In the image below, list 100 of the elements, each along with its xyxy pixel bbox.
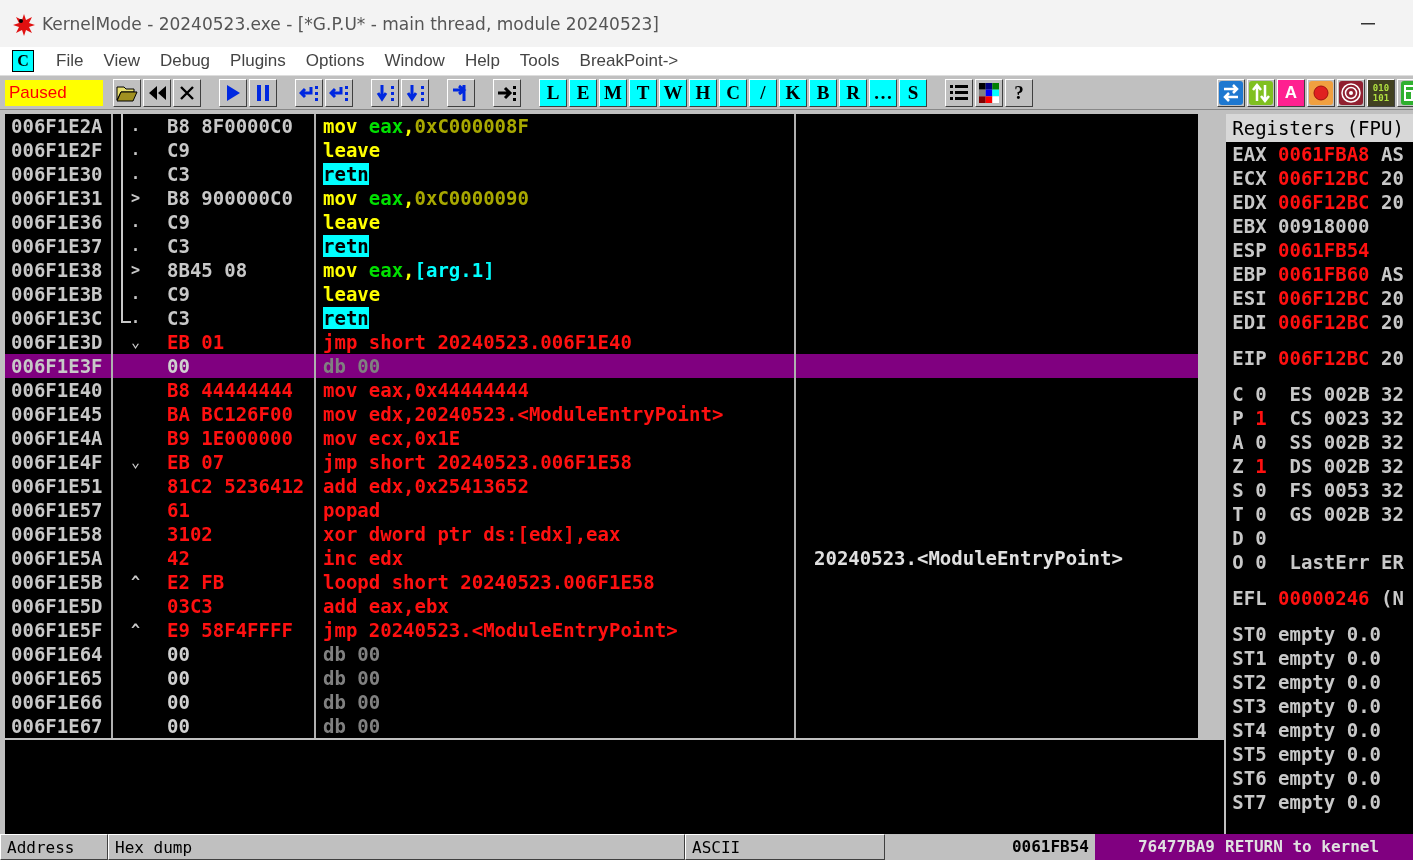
toolbar-button[interactable] [1247,78,1275,107]
menu-item[interactable]: Debug [149,51,221,71]
disassembly-row[interactable]: 006F1E5B ^ E2 FB loopd short 20240523.006F1E58 [5,570,1198,594]
toolbar-button[interactable]: L [539,78,567,107]
register-value[interactable]: 006F12BC [1278,346,1370,370]
disassembly-row[interactable]: 006F1E45 BA BC126F00 mov edx,20240523.<ModuleEntryPoint> [5,402,1198,426]
menu-item[interactable]: Plugins [220,51,296,71]
disassembly-row[interactable]: 006F1E58 3102 xor dword ptr ds:[edx],eax [5,522,1198,546]
jump-marker: . [131,213,141,231]
disassembly-row[interactable]: 006F1E57 61 popad [5,498,1198,522]
menu-item[interactable]: File [46,51,94,71]
register-value: 0.0 [1346,742,1382,766]
toolbar-button[interactable] [1307,78,1335,107]
menu-item[interactable]: Help [454,51,510,71]
toolbar-button[interactable] [945,78,973,107]
toolbar-button[interactable]: E [569,78,597,107]
disassembly-row[interactable]: 006F1E3F 00 db 00 [5,354,1198,378]
disassembly-row[interactable]: 006F1E5F ^ E9 58F4FFFF jmp 20240523.<ModuleEntryPoint> [5,618,1198,642]
toolbar-button[interactable] [325,78,353,107]
register-value[interactable]: 006F12BC [1278,310,1370,334]
disassembly-row[interactable]: 006F1E38 > 8B45 08 mov eax,[arg.1] [5,258,1198,282]
disassembly-row[interactable]: 006F1E40 B8 44444444 mov eax,0x44444444 [5,378,1198,402]
toolbar-button[interactable] [401,78,429,107]
help-button[interactable]: ? [1005,78,1033,107]
toolbar-button[interactable]: H [689,78,717,107]
flag-value[interactable]: 1 [1255,406,1267,430]
toolbar-button[interactable] [295,78,323,107]
column-header[interactable]: Address [0,834,108,860]
toolbar-button[interactable] [219,78,247,107]
column-header[interactable]: ASCII [685,834,885,860]
toolbar-button[interactable] [1337,78,1365,107]
hex-cell: B9 1E000000 [167,426,293,450]
register-name: EBP [1232,262,1268,286]
toolbar-button[interactable] [113,78,141,107]
toolbar-button[interactable]: … [869,78,897,107]
disassembly-row[interactable]: 006F1E5D 03C3 add eax,ebx [5,594,1198,618]
minimize-icon[interactable] [1361,22,1375,25]
disassembly-row[interactable]: 006F1E30 . C3 retn [5,162,1198,186]
toolbar-button[interactable]: M [599,78,627,107]
register-value[interactable]: 0061FBA8 [1278,142,1370,166]
disassembly-row[interactable]: 006F1E4F ⌄ EB 07 jmp short 20240523.006F1E58 [5,450,1198,474]
disassembly-row[interactable]: 006F1E37 . C3 retn [5,234,1198,258]
toolbar-button[interactable]: T [629,78,657,107]
segment-register: ES [1288,382,1314,406]
toolbar-button[interactable]: / [749,78,777,107]
register-value[interactable]: 00918000 [1278,214,1370,238]
toolbar-button[interactable] [249,78,277,107]
disassembly-row[interactable]: 006F1E51 81C2 5236412 add edx,0x25413652 [5,474,1198,498]
register-value[interactable]: 006F12BC [1278,286,1370,310]
menu-item[interactable]: View [93,51,150,71]
register-value[interactable]: 006F12BC [1278,190,1370,214]
toolbar-button[interactable] [493,78,521,107]
address-cell: 006F1E3B [5,282,113,306]
toolbar-button[interactable] [1217,78,1245,107]
flag-value[interactable]: 0 [1255,502,1267,526]
flag-value[interactable]: 1 [1255,454,1267,478]
close-icon [180,85,194,100]
flag-value[interactable]: 0 [1255,430,1267,454]
toolbar-button[interactable]: 010 101 [1367,78,1395,107]
register-value[interactable]: 0061FB60 [1278,262,1370,286]
disassembly-row[interactable]: 006F1E4A B9 1E000000 mov ecx,0x1E [5,426,1198,450]
toolbar-button[interactable] [143,78,171,107]
disassembly-row[interactable]: 006F1E67 00 db 00 [5,714,1198,738]
flag-value[interactable]: 0 [1255,382,1267,406]
instruction-cell: add edx,0x25413652 [316,474,796,498]
register-value[interactable]: 006F12BC [1278,166,1370,190]
disassembly-row[interactable]: 006F1E31 > B8 900000C0 mov eax,0xC0000090 [5,186,1198,210]
toolbar-button[interactable]: A [1277,78,1305,107]
toolbar-button[interactable] [371,78,399,107]
menu-item[interactable]: Window [374,51,455,71]
menu-item[interactable]: BreakPoint-> [569,51,689,71]
toolbar-button[interactable] [975,78,1003,107]
register-name: ST4 [1232,718,1268,742]
toolbar-button[interactable]: K [779,78,807,107]
toolbar-button[interactable] [173,78,201,107]
address-cell: 006F1E5B [5,570,113,594]
disassembly-row[interactable]: 006F1E2A . B8 8F0000C0 mov eax,0xC000008F [5,114,1198,138]
instruction-cell: db 00 [316,666,796,690]
flag-value[interactable]: 0 [1255,526,1267,550]
disassembly-row[interactable]: 006F1E65 00 db 00 [5,666,1198,690]
register-value[interactable]: 00000246 [1278,586,1370,610]
register-value[interactable]: 0061FB54 [1278,238,1370,262]
disassembly-row[interactable]: 006F1E64 00 db 00 [5,642,1198,666]
toolbar-button[interactable]: S [899,78,927,107]
stack-value[interactable]: 76477BA9 [1095,834,1221,860]
toolbar-button[interactable]: C [719,78,747,107]
toolbar-button[interactable]: B [809,78,837,107]
disassembly-row[interactable]: 006F1E66 00 db 00 [5,690,1198,714]
instruction-cell: db 00 [316,354,796,378]
menu-item[interactable]: Tools [509,51,570,71]
register-name: ST7 [1232,790,1268,814]
column-header[interactable]: Hex dump [108,834,685,860]
menu-item[interactable]: Options [295,51,375,71]
flag-value[interactable]: 0 [1255,550,1267,574]
toolbar-button[interactable]: R [839,78,867,107]
toolbar-button[interactable] [447,78,475,107]
toolbar-button[interactable]: W [659,78,687,107]
disassembly-row[interactable]: 006F1E5A 42 inc edx 20240523.<ModuleEntryPoint> [5,546,1198,570]
flag-value[interactable]: 0 [1255,478,1267,502]
disassembly-row[interactable]: 006F1E3C . C3 retn [5,306,1198,330]
